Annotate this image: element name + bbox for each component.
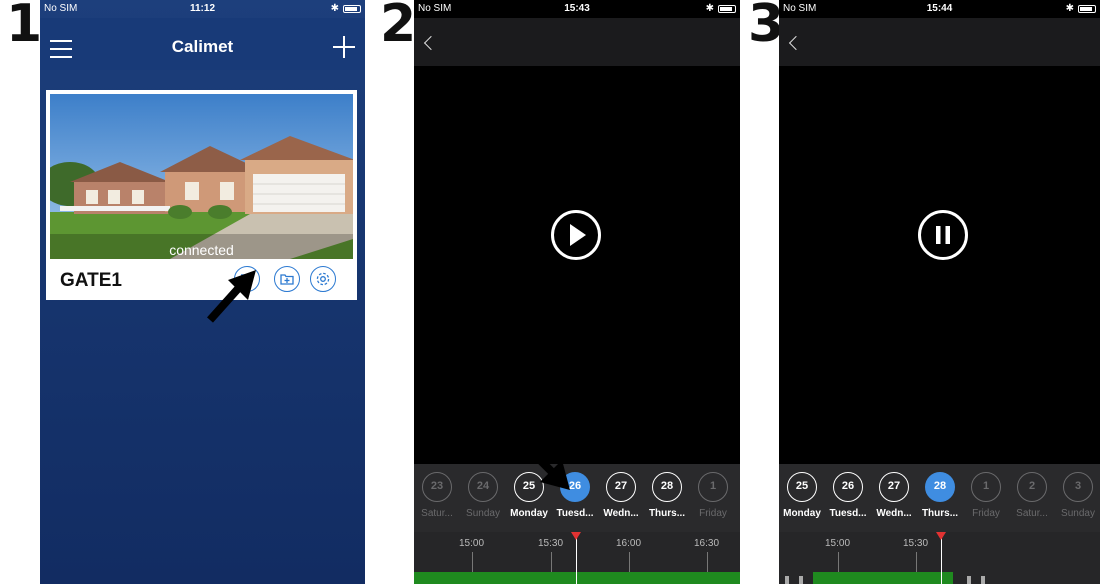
date-number[interactable]: 28 — [652, 472, 682, 502]
status-bar: No SIM 15:43 ✱ — [414, 0, 740, 18]
recording-marker — [981, 576, 985, 584]
playhead-marker[interactable] — [936, 532, 946, 540]
nav-bar: Calimet — [40, 18, 365, 70]
settings-button[interactable] — [310, 266, 336, 292]
bluetooth-icon: ✱ — [330, 3, 339, 14]
date-number[interactable]: 2 — [1017, 472, 1047, 502]
date-item[interactable]: 1 Friday — [966, 472, 1006, 519]
back-icon[interactable] — [423, 35, 439, 51]
tick-label: 15:30 — [903, 538, 929, 549]
step-number-2: 2 — [380, 0, 417, 54]
folder-button[interactable] — [274, 266, 300, 292]
phone-screen-device-list: No SIM 11:12 ✱ Calimet connected GATE1 — [40, 0, 365, 584]
bluetooth-icon: ✱ — [1065, 3, 1074, 14]
date-item[interactable]: 2 Satur... — [1012, 472, 1052, 519]
pointer-arrow-icon — [207, 270, 256, 323]
date-number[interactable]: 27 — [606, 472, 636, 502]
camera-thumbnail[interactable]: connected — [50, 94, 353, 259]
add-icon[interactable] — [333, 36, 355, 58]
gear-icon — [316, 272, 330, 286]
date-item[interactable]: 27 Wedn... — [874, 472, 914, 519]
playback-panel: 23 Satur... 24 Sunday 25 Monday 26 Tuesd... 27 We… — [414, 464, 740, 584]
status-bar: No SIM 11:12 ✱ — [40, 0, 365, 18]
date-number[interactable]: 1 — [698, 472, 728, 502]
date-item[interactable]: 28 Thurs... — [647, 472, 687, 519]
recording-marker — [785, 576, 789, 584]
clock: 11:12 — [189, 3, 216, 14]
tick-label: 16:30 — [694, 538, 720, 549]
nav-bar — [414, 18, 740, 66]
date-item[interactable]: 26 Tuesd... — [828, 472, 868, 519]
weekday-label: Friday — [699, 508, 727, 519]
timeline[interactable]: 15:00 15:30 16:00 16:30 — [414, 532, 740, 584]
playhead-marker[interactable] — [571, 532, 581, 540]
date-number[interactable]: 23 — [422, 472, 452, 502]
recording-marker — [967, 576, 971, 584]
camera-card[interactable]: connected GATE1 — [46, 90, 357, 300]
date-number[interactable]: 24 — [468, 472, 498, 502]
date-item[interactable]: 3 Sunday — [1058, 472, 1098, 519]
date-number[interactable]: 27 — [879, 472, 909, 502]
date-item[interactable]: 24 Sunday — [463, 472, 503, 519]
date-number[interactable]: 3 — [1063, 472, 1093, 502]
playback-panel: 25 Monday 26 Tuesd... 27 Wedn... 28 Thurs... 1 Fr… — [779, 464, 1100, 584]
recording-marker — [799, 576, 803, 584]
play-icon — [570, 224, 586, 246]
phone-screen-playback: No SIM 15:43 ✱ 23 Satur... 24 Sunday 25 Monda… — [414, 0, 740, 584]
clock: 15:43 — [564, 3, 590, 14]
phone-screen-playing: No SIM 15:44 ✱ 25 Monday 26 Tuesd... 27 Wedn.… — [779, 0, 1100, 584]
weekday-label: Sunday — [1061, 508, 1095, 519]
system-icons: ✱ — [331, 3, 361, 14]
date-number[interactable]: 28 — [925, 472, 955, 502]
battery-icon — [1078, 4, 1096, 13]
pause-icon — [936, 226, 950, 244]
pointer-arrow-icon — [513, 433, 570, 490]
timeline[interactable]: 15:00 15:30 — [779, 532, 1100, 584]
battery-icon — [343, 4, 361, 13]
playhead-line[interactable] — [576, 536, 577, 584]
add-folder-icon — [280, 274, 294, 285]
camera-name: GATE1 — [60, 270, 122, 291]
tick-label: 15:00 — [825, 538, 851, 549]
date-item[interactable]: 1 Friday — [693, 472, 733, 519]
tick-label: 15:00 — [459, 538, 485, 549]
date-number[interactable]: 25 — [787, 472, 817, 502]
date-item[interactable]: 23 Satur... — [417, 472, 457, 519]
system-icons: ✱ — [1066, 3, 1096, 14]
date-number[interactable]: 26 — [833, 472, 863, 502]
playhead-line[interactable] — [941, 536, 942, 584]
recording-segment[interactable] — [414, 572, 740, 584]
tick-label: 16:00 — [616, 538, 642, 549]
date-item[interactable]: 28 Thurs... — [920, 472, 960, 519]
tick-label: 15:30 — [538, 538, 564, 549]
date-number[interactable]: 1 — [971, 472, 1001, 502]
date-item[interactable]: 27 Wedn... — [601, 472, 641, 519]
status-bar: No SIM 15:44 ✱ — [779, 0, 1100, 18]
date-item[interactable]: 25 Monday — [782, 472, 822, 519]
back-icon[interactable] — [788, 35, 804, 51]
app-title: Calimet — [171, 37, 234, 56]
system-icons: ✱ — [706, 3, 736, 14]
pause-button[interactable] — [918, 210, 968, 260]
play-button[interactable] — [551, 210, 601, 260]
recording-segment[interactable] — [813, 572, 953, 584]
bluetooth-icon: ✱ — [705, 3, 714, 14]
battery-icon — [718, 4, 736, 13]
step-number-1: 1 — [6, 0, 43, 54]
connection-status: connected — [169, 242, 234, 258]
nav-bar — [779, 18, 1100, 66]
clock: 15:44 — [926, 3, 953, 14]
